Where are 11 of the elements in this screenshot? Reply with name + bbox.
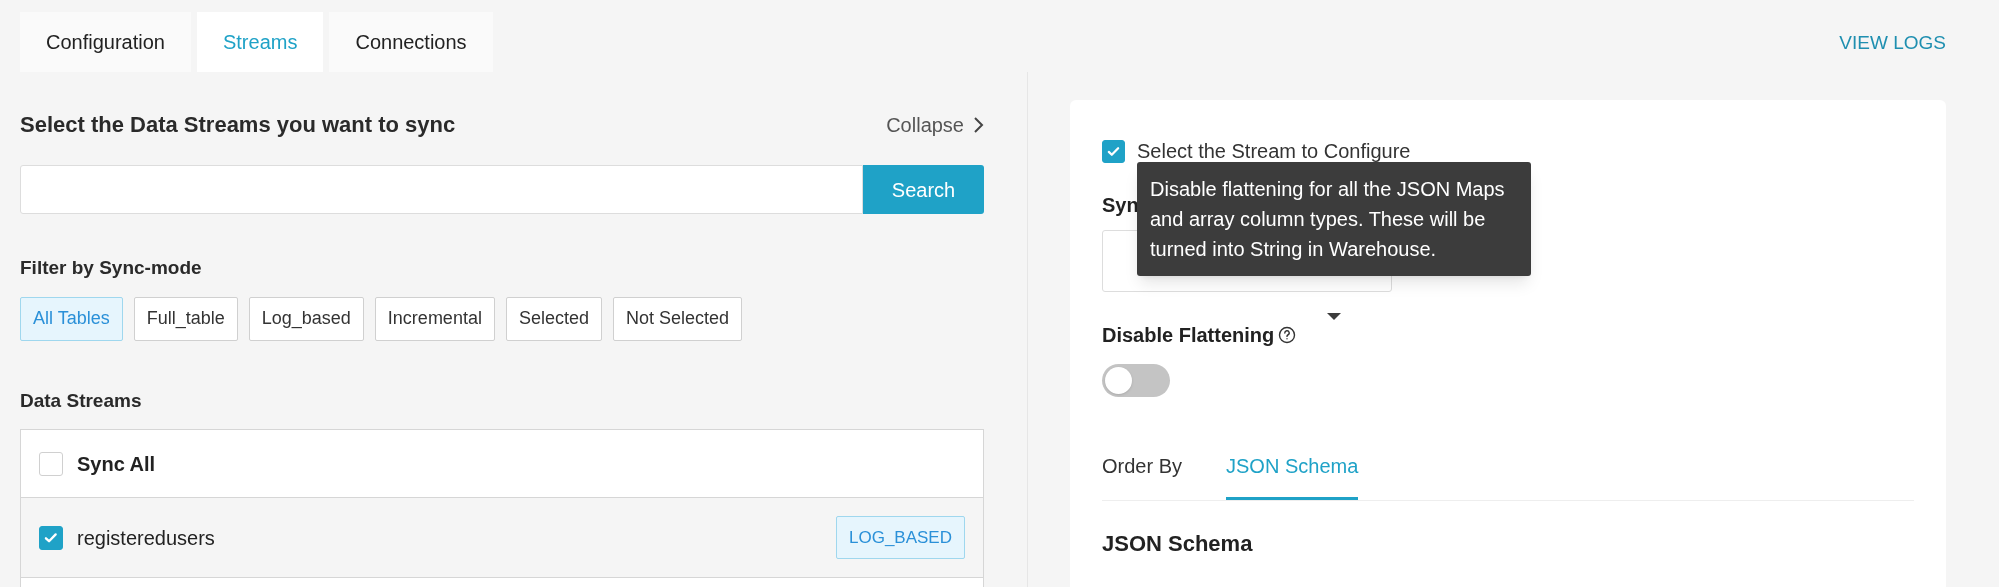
disable-flattening-label: Disable Flattening <box>1102 323 1275 348</box>
section-title: Select the Data Streams you want to sync <box>20 111 456 139</box>
stream-name: registeredusers <box>77 525 216 551</box>
tooltip: Disable flattening for all the JSON Maps and array column types. These will be turned into String in Warehouse. <box>1137 162 1531 276</box>
list-title: Data Streams <box>20 388 143 413</box>
sync-all-label: Sync All <box>77 451 156 477</box>
sync-mode-label: Syn <box>1102 193 1139 218</box>
select-stream-label: Select the Stream to Configure <box>1137 139 1411 164</box>
section-title: JSON Schema <box>1102 530 1254 558</box>
sync-mode-badge: LOG_BASED <box>836 515 965 560</box>
filter-label: Filter by Sync-mode <box>20 256 203 280</box>
